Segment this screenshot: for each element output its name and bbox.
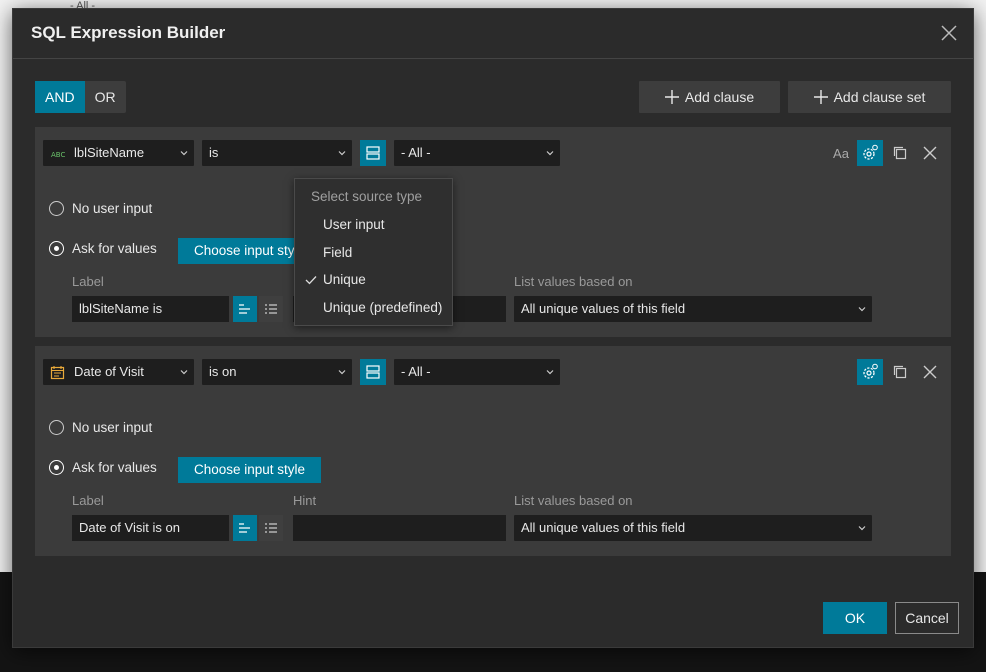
value-select[interactable]: - All - [394, 359, 560, 385]
ask-for-values-label: Ask for values [72, 460, 157, 475]
copy-icon [893, 365, 907, 379]
dialog-title: SQL Expression Builder [31, 23, 226, 42]
label-caption: Label [72, 493, 104, 508]
copy-icon [893, 146, 907, 160]
gear-icon [863, 144, 878, 160]
chevron-down-icon [180, 151, 188, 156]
list-icon [265, 523, 277, 533]
list-values-value: All unique values of this field [521, 520, 686, 535]
hint-input[interactable] [293, 515, 506, 541]
remove-clause-button[interactable] [918, 141, 942, 165]
chevron-down-icon [858, 526, 866, 531]
and-button[interactable]: AND [35, 81, 85, 113]
menu-item-unique[interactable]: Unique [323, 272, 366, 287]
source-type-button[interactable] [360, 140, 386, 166]
layout-list-button[interactable] [259, 515, 283, 541]
operator-select-value: is [209, 145, 219, 160]
list-values-value: All unique values of this field [521, 301, 686, 316]
sql-expression-builder-dialog: SQL Expression Builder AND OR Add clause… [12, 8, 974, 648]
close-icon [923, 146, 937, 160]
add-clause-label: Add clause [684, 89, 755, 105]
value-select-value: - All - [401, 364, 431, 379]
ask-for-values-option[interactable]: Ask for values [49, 241, 157, 256]
field-select[interactable]: ABC lblSiteName [43, 140, 194, 166]
list-values-caption: List values based on [514, 274, 633, 289]
align-left-icon [239, 304, 250, 314]
value-select-value: - All - [401, 145, 431, 160]
layout-list-button[interactable] [259, 296, 283, 322]
menu-item-field[interactable]: Field [323, 245, 352, 260]
chevron-down-icon [546, 370, 554, 375]
duplicate-button[interactable] [888, 360, 912, 384]
case-sensitive-label: Aa [833, 145, 849, 161]
source-type-icon [366, 146, 380, 160]
plus-icon [664, 90, 679, 104]
choose-input-style-button[interactable]: Choose input style [178, 457, 322, 483]
add-clause-button[interactable]: Add clause [639, 81, 780, 113]
checkmark-icon [305, 276, 317, 285]
text-field-icon: ABC [51, 151, 65, 159]
add-clause-set-label: Add clause set [833, 89, 926, 105]
choose-input-style-button[interactable]: Choose input style [178, 238, 295, 264]
label-input[interactable]: Date of Visit is on [72, 515, 229, 541]
field-select-value: lblSiteName [74, 145, 145, 160]
value-select[interactable]: - All - [394, 140, 560, 166]
chevron-down-icon [546, 151, 554, 156]
operator-select-value: is on [209, 364, 237, 379]
remove-clause-button[interactable] [918, 360, 942, 384]
chevron-down-icon [180, 370, 188, 375]
logic-toggle: AND OR [35, 81, 126, 113]
no-user-input-label: No user input [72, 201, 153, 216]
source-type-icon [366, 365, 380, 379]
close-icon [923, 365, 937, 379]
date-field-icon [50, 366, 65, 380]
close-icon[interactable] [939, 23, 959, 43]
field-select[interactable]: Date of Visit [43, 359, 194, 385]
dialog-header: SQL Expression Builder [13, 9, 973, 59]
svg-text:ABC: ABC [51, 151, 65, 159]
gear-icon [863, 363, 878, 379]
add-clause-set-button[interactable]: Add clause set [788, 81, 951, 113]
operator-select[interactable]: is on [202, 359, 352, 385]
no-user-input-option[interactable]: No user input [49, 420, 152, 435]
list-values-select[interactable]: All unique values of this field [514, 515, 872, 541]
label-input[interactable]: lblSiteName is [72, 296, 229, 322]
menu-item-user-input[interactable]: User input [323, 217, 385, 232]
radio-unchecked [49, 201, 64, 216]
field-select-value: Date of Visit [74, 364, 144, 379]
settings-button[interactable] [857, 140, 883, 166]
operator-select[interactable]: is [202, 140, 352, 166]
source-type-menu-header: Select source type [311, 189, 423, 204]
no-user-input-label: No user input [72, 420, 153, 435]
chevron-down-icon [338, 151, 346, 156]
radio-checked [49, 241, 64, 256]
hint-caption: Hint [293, 493, 317, 508]
duplicate-button[interactable] [888, 141, 912, 165]
source-type-button[interactable] [360, 359, 386, 385]
ask-for-values-label: Ask for values [72, 241, 157, 256]
align-left-icon [239, 523, 250, 533]
layout-inline-button[interactable] [233, 296, 257, 322]
radio-unchecked [49, 420, 64, 435]
layout-inline-button[interactable] [233, 515, 257, 541]
label-caption: Label [72, 274, 104, 289]
case-sensitive-toggle[interactable]: Aa [829, 141, 853, 165]
radio-checked [49, 460, 64, 475]
list-values-select[interactable]: All unique values of this field [514, 296, 872, 322]
menu-item-unique-predefined[interactable]: Unique (predefined) [323, 300, 442, 315]
no-user-input-option[interactable]: No user input [49, 201, 152, 216]
or-button[interactable]: OR [85, 81, 126, 113]
plus-icon [813, 90, 828, 104]
list-values-caption: List values based on [514, 493, 633, 508]
source-type-menu: Select source type User input Field Uniq… [294, 178, 453, 326]
ok-button[interactable]: OK [823, 602, 887, 634]
chevron-down-icon [858, 307, 866, 312]
cancel-button[interactable]: Cancel [895, 602, 959, 634]
clause-panel: ABC lblSiteName is - All - Aa No user in… [35, 127, 951, 337]
clause-panel: Date of Visit is on - All - No user inpu… [35, 346, 951, 556]
chevron-down-icon [338, 370, 346, 375]
ask-for-values-option[interactable]: Ask for values [49, 460, 157, 475]
settings-button[interactable] [857, 359, 883, 385]
list-icon [265, 304, 277, 314]
